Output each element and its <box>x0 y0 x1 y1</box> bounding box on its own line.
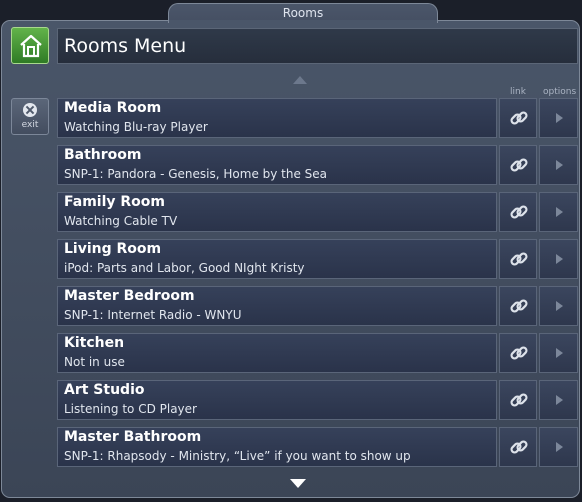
chain-link-icon <box>510 393 528 407</box>
room-name: Media Room <box>64 100 162 116</box>
play-triangle-icon <box>556 395 563 405</box>
room-status: SNP-1: Rhapsody - Ministry, “Live” if yo… <box>64 449 411 463</box>
chain-link-icon <box>510 158 528 172</box>
room-name: Family Room <box>64 194 165 210</box>
exit-button[interactable]: exit <box>11 98 49 135</box>
room-row-living-room[interactable]: Living Room iPod: Parts and Labor, Good … <box>57 239 497 279</box>
chain-link-icon <box>510 299 528 313</box>
room-row-master-bathroom[interactable]: Master Bathroom SNP-1: Rhapsody - Minist… <box>57 427 497 467</box>
play-triangle-icon <box>556 113 563 123</box>
chain-link-icon <box>510 111 528 125</box>
room-name: Living Room <box>64 241 162 257</box>
home-icon <box>20 34 42 58</box>
options-button[interactable] <box>539 427 578 467</box>
room-status: SNP-1: Pandora - Genesis, Home by the Se… <box>64 167 328 181</box>
options-button[interactable] <box>539 333 578 373</box>
room-status: Listening to CD Player <box>64 402 197 416</box>
options-button[interactable] <box>539 192 578 232</box>
exit-label: exit <box>21 120 39 130</box>
options-button[interactable] <box>539 145 578 185</box>
room-row-art-studio[interactable]: Art Studio Listening to CD Player <box>57 380 497 420</box>
room-status: Not in use <box>64 355 125 369</box>
chain-link-icon <box>510 205 528 219</box>
link-button[interactable] <box>499 192 537 232</box>
room-row-media-room[interactable]: Media Room Watching Blu-ray Player <box>57 98 497 138</box>
link-button[interactable] <box>499 380 537 420</box>
play-triangle-icon <box>556 207 563 217</box>
play-triangle-icon <box>556 348 563 358</box>
column-header-link: link <box>510 87 526 97</box>
chain-link-icon <box>510 440 528 454</box>
room-status: iPod: Parts and Labor, Good NIght Kristy <box>64 261 305 275</box>
room-status: SNP-1: Internet Radio - WNYU <box>64 308 242 322</box>
chain-link-icon <box>510 346 528 360</box>
link-button[interactable] <box>499 145 537 185</box>
column-header-options: options <box>543 87 577 97</box>
play-triangle-icon <box>556 254 563 264</box>
room-status: Watching Blu-ray Player <box>64 120 208 134</box>
window-tab-title: Rooms <box>282 6 324 20</box>
home-button[interactable] <box>11 27 49 64</box>
room-status: Watching Cable TV <box>64 214 178 228</box>
room-name: Master Bedroom <box>64 288 195 304</box>
room-name: Art Studio <box>64 382 145 398</box>
chain-link-icon <box>510 252 528 266</box>
scroll-up-icon[interactable] <box>293 76 307 84</box>
room-name: Master Bathroom <box>64 429 202 445</box>
options-button[interactable] <box>539 239 578 279</box>
room-row-master-bedroom[interactable]: Master Bedroom SNP-1: Internet Radio - W… <box>57 286 497 326</box>
link-button[interactable] <box>499 333 537 373</box>
link-button[interactable] <box>499 286 537 326</box>
play-triangle-icon <box>556 160 563 170</box>
link-button[interactable] <box>499 427 537 467</box>
room-name: Bathroom <box>64 147 142 163</box>
room-name: Kitchen <box>64 335 125 351</box>
play-triangle-icon <box>556 442 563 452</box>
play-triangle-icon <box>556 301 563 311</box>
page-title: Rooms Menu <box>64 35 187 57</box>
room-row-kitchen[interactable]: Kitchen Not in use <box>57 333 497 373</box>
close-circle-icon <box>23 103 37 117</box>
options-button[interactable] <box>539 98 578 138</box>
options-button[interactable] <box>539 286 578 326</box>
room-row-family-room[interactable]: Family Room Watching Cable TV <box>57 192 497 232</box>
scroll-down-icon[interactable] <box>290 479 306 488</box>
room-row-bathroom[interactable]: Bathroom SNP-1: Pandora - Genesis, Home … <box>57 145 497 185</box>
link-button[interactable] <box>499 239 537 279</box>
link-button[interactable] <box>499 98 537 138</box>
options-button[interactable] <box>539 380 578 420</box>
